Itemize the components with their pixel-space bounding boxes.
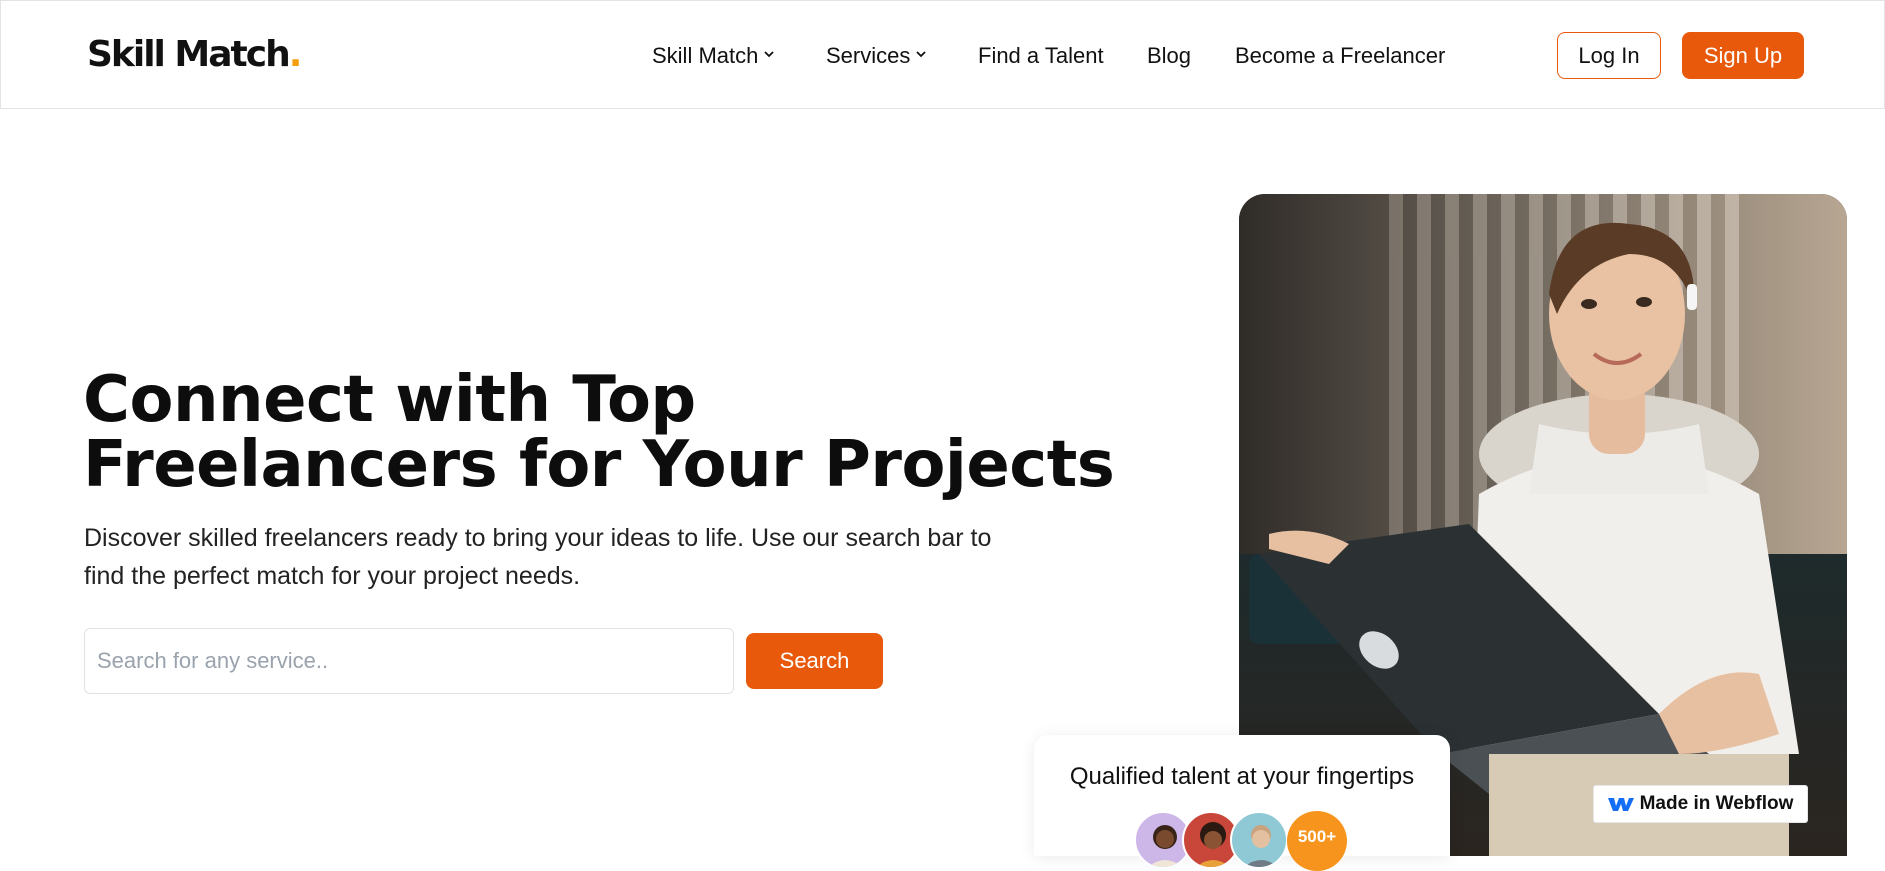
- avatar: [1230, 811, 1288, 869]
- logo-text: Skill Match: [87, 34, 291, 75]
- talent-card-text: Qualified talent at your fingertips: [1069, 763, 1415, 790]
- logo-dot: .: [288, 34, 303, 75]
- hero-title-line-2: Freelancers for Your Projects: [83, 428, 1115, 502]
- chevron-down-icon: [916, 51, 926, 58]
- search-button[interactable]: Search: [746, 633, 883, 689]
- hero-title: Connect with Top Freelancers for Your Pr…: [83, 363, 1115, 502]
- nav-item-blog[interactable]: Blog: [1147, 41, 1191, 71]
- logo[interactable]: Skill Match.: [87, 33, 303, 77]
- person-icon: [1244, 825, 1278, 867]
- made-in-webflow-badge[interactable]: Made in Webflow: [1593, 785, 1808, 823]
- webflow-logo-icon: [1607, 798, 1634, 811]
- talent-count-badge: 500+: [1287, 811, 1347, 871]
- search-button-label: Search: [779, 648, 850, 673]
- nav-item-services[interactable]: Services: [826, 41, 927, 71]
- nav-item-label: Services: [826, 43, 911, 68]
- login-button-label: Log In: [1578, 42, 1640, 68]
- nav-item-label: Skill Match: [652, 43, 759, 68]
- nav-item-skill-match[interactable]: Skill Match: [652, 41, 775, 71]
- nav-item-become-a-freelancer[interactable]: Become a Freelancer: [1235, 41, 1445, 71]
- navbar: Skill Match. Skill Match Services Find a…: [0, 0, 1885, 109]
- hero-description: Discover skilled freelancers ready to br…: [84, 524, 992, 590]
- search-input[interactable]: [84, 628, 734, 694]
- nav-item-label: Become a Freelancer: [1235, 43, 1446, 68]
- webflow-badge-label: Made in Webflow: [1639, 793, 1794, 814]
- chevron-down-icon: [764, 51, 774, 58]
- nav-item-label: Blog: [1147, 43, 1192, 68]
- talent-card: Qualified talent at your fingertips 500+: [1034, 735, 1450, 871]
- login-button[interactable]: Log In: [1557, 32, 1661, 79]
- signup-button[interactable]: Sign Up: [1682, 32, 1804, 79]
- nav-item-find-a-talent[interactable]: Find a Talent: [978, 41, 1104, 71]
- nav-item-label: Find a Talent: [978, 43, 1104, 68]
- signup-button-label: Sign Up: [1703, 42, 1783, 68]
- hero-title-line-1: Connect with Top: [83, 363, 696, 437]
